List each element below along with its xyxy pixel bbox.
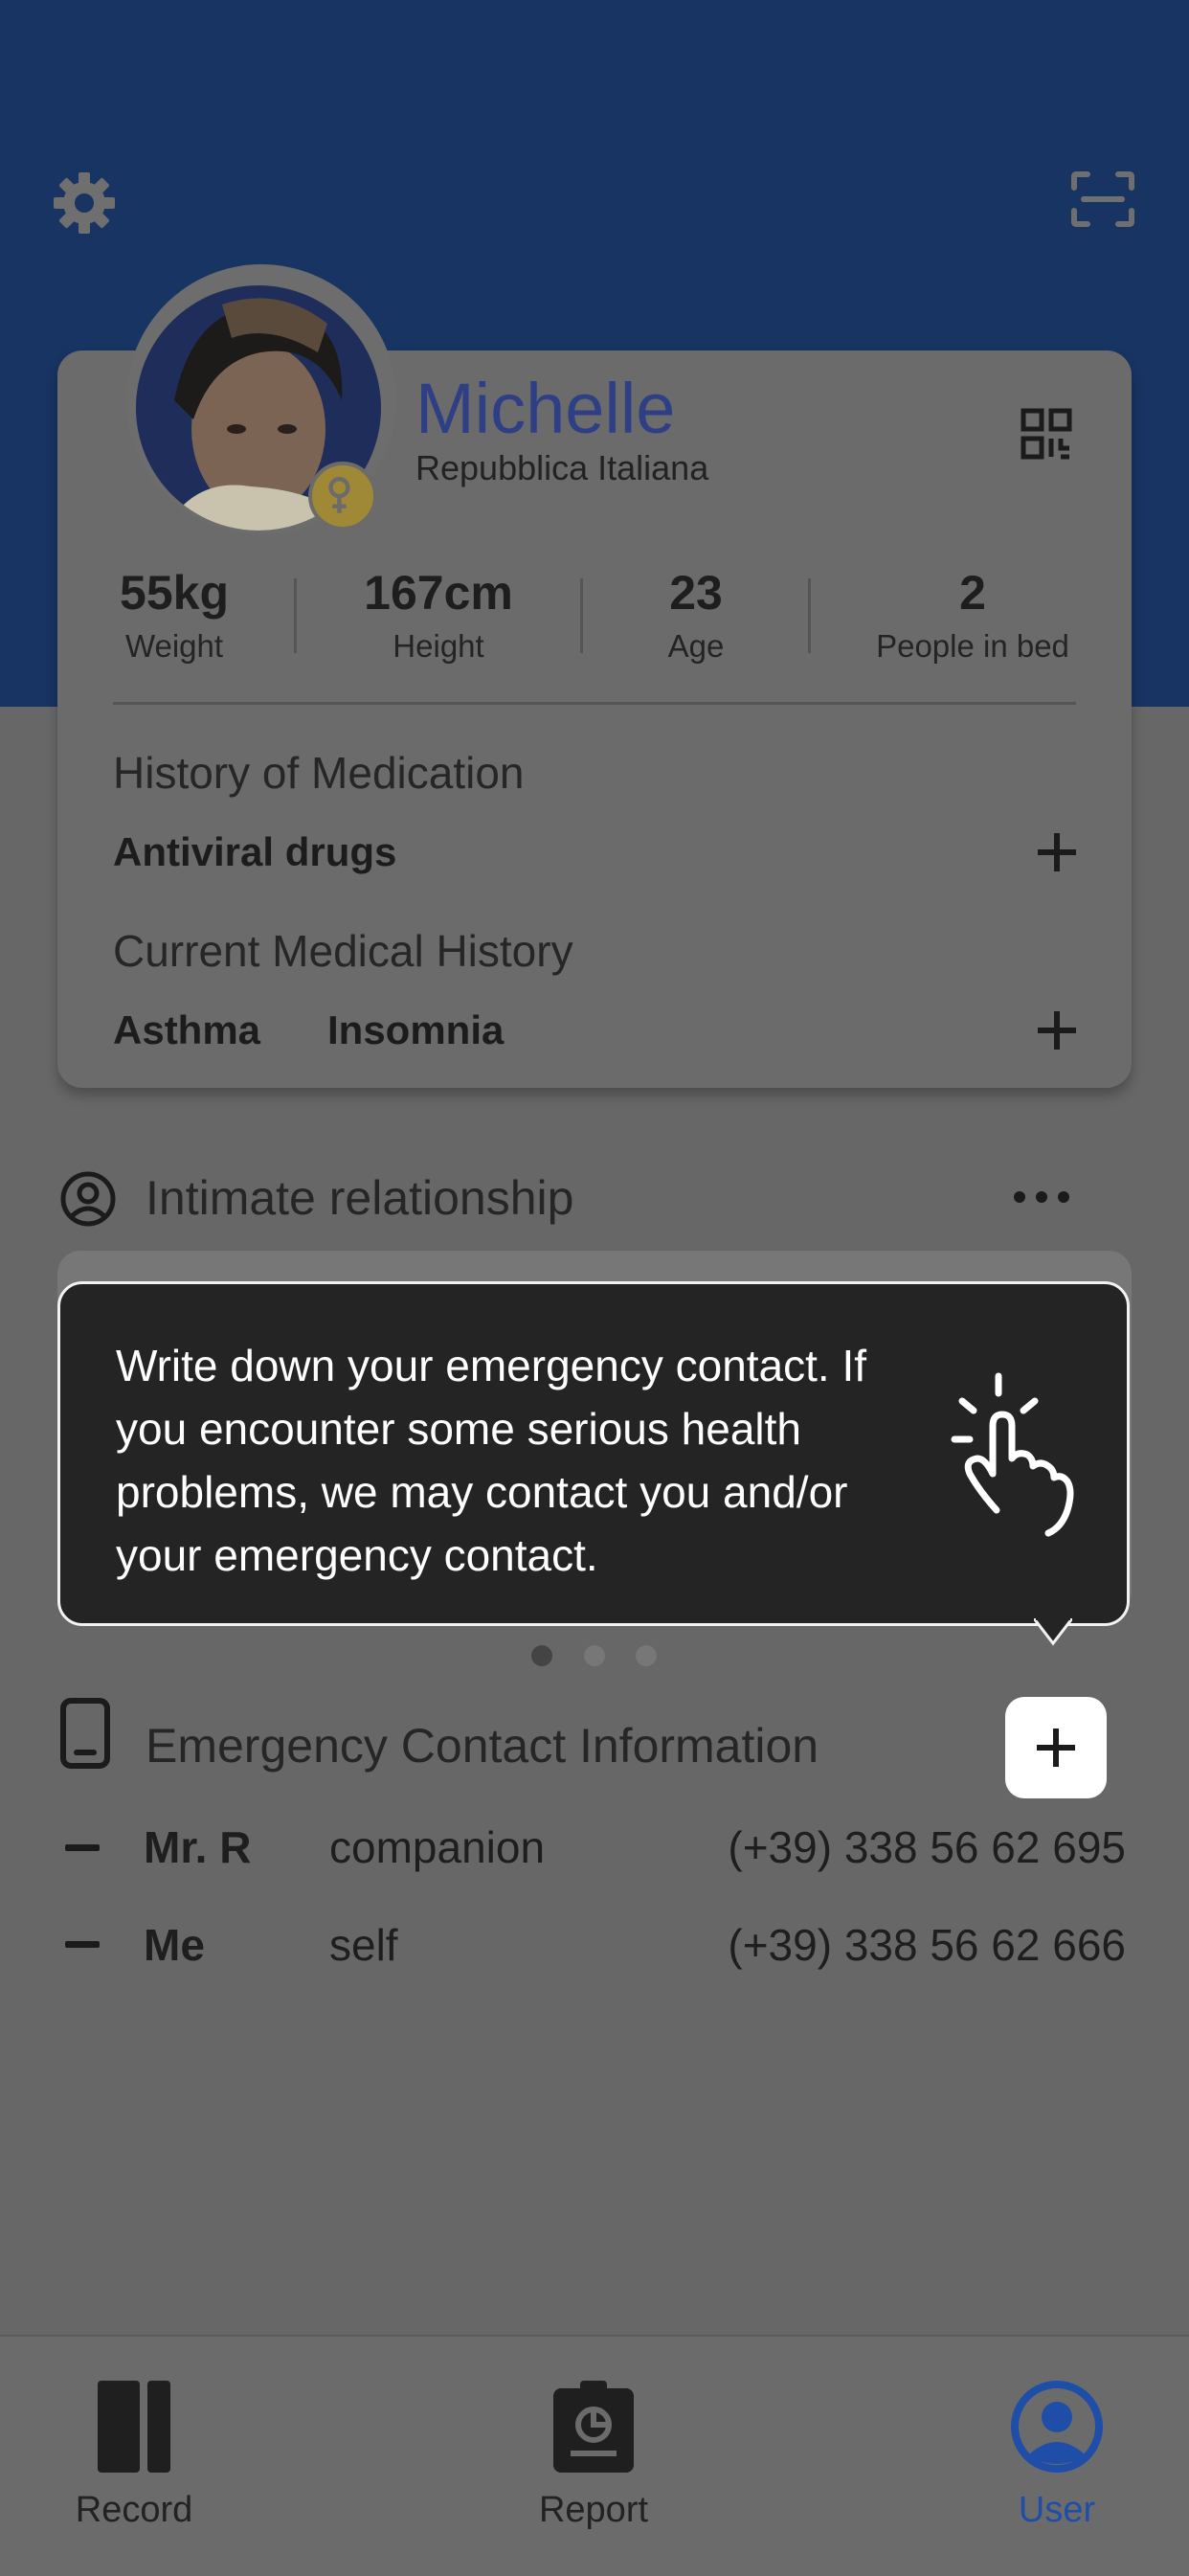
medication-item: Antiviral drugs xyxy=(113,829,397,874)
remove-contact-button[interactable] xyxy=(65,1844,100,1851)
medical-history-title: Current Medical History xyxy=(113,926,573,976)
add-contact-button[interactable] xyxy=(1005,1697,1107,1798)
stat-people-label: People in bed xyxy=(876,628,1069,664)
stat-people-value: 2 xyxy=(959,566,986,620)
plus-icon xyxy=(1037,1729,1075,1767)
pager-dot[interactable] xyxy=(636,1645,657,1666)
bottom-nav: Record Report User xyxy=(0,2335,1189,2576)
add-medication-button[interactable] xyxy=(1038,833,1076,871)
emergency-contact-label: Emergency Contact Information xyxy=(146,1719,819,1773)
contact-phone: (+39) 338 56 62 695 xyxy=(728,1822,1126,1872)
pager-dot-active[interactable] xyxy=(531,1645,552,1666)
tooltip-tail xyxy=(1034,1618,1072,1646)
scan-icon[interactable] xyxy=(1070,170,1135,228)
contact-name: Me xyxy=(144,1920,205,1970)
user-circle-icon xyxy=(60,1171,116,1227)
nav-label-user: User xyxy=(1018,2490,1096,2530)
stat-age-label: Age xyxy=(667,628,725,664)
nav-item-user[interactable]: User xyxy=(980,2381,1133,2543)
user-icon xyxy=(1011,2381,1103,2473)
stat-divider xyxy=(808,578,811,653)
nav-item-record[interactable]: Record xyxy=(57,2381,211,2543)
qr-code-icon[interactable] xyxy=(1021,408,1072,460)
card-divider xyxy=(113,702,1076,705)
contact-name: Mr. R xyxy=(144,1822,252,1872)
nav-label-report: Report xyxy=(538,2490,649,2530)
pager-dot[interactable] xyxy=(584,1645,605,1666)
add-medical-history-button[interactable] xyxy=(1038,1011,1076,1050)
tap-hand-icon xyxy=(951,1372,1074,1537)
profile-name: Michelle xyxy=(415,369,676,448)
contact-relation: companion xyxy=(329,1822,546,1872)
female-icon xyxy=(308,462,377,531)
stat-height-label: Height xyxy=(393,628,484,664)
phone-icon xyxy=(60,1698,110,1769)
profile-country: Repubblica Italiana xyxy=(415,448,709,487)
tooltip-text: Write down your emergency contact. If yo… xyxy=(116,1341,867,1580)
stat-weight-value: 55kg xyxy=(120,566,229,620)
medication-title: History of Medication xyxy=(113,748,525,798)
emergency-tooltip[interactable]: Write down your emergency contact. If yo… xyxy=(57,1281,1130,1626)
nav-label-record: Record xyxy=(75,2490,193,2530)
medical-history-item: Asthma xyxy=(113,1007,261,1052)
contact-relation: self xyxy=(329,1920,398,1970)
gear-icon[interactable] xyxy=(50,169,119,237)
medical-history-item: Insomnia xyxy=(327,1007,505,1052)
stat-height-value: 167cm xyxy=(364,566,513,620)
stat-age-value: 23 xyxy=(669,566,723,620)
clipboard-chart-icon xyxy=(553,2381,634,2473)
stat-divider xyxy=(580,578,583,653)
intimate-relationship-label: Intimate relationship xyxy=(146,1171,574,1225)
more-icon[interactable] xyxy=(1013,1190,1070,1204)
nav-item-report[interactable]: Report xyxy=(517,2381,670,2543)
stat-divider xyxy=(294,578,297,653)
book-icon xyxy=(98,2381,170,2473)
contact-phone: (+39) 338 56 62 666 xyxy=(728,1920,1126,1970)
remove-contact-button[interactable] xyxy=(65,1941,100,1948)
stat-weight-label: Weight xyxy=(124,628,224,664)
